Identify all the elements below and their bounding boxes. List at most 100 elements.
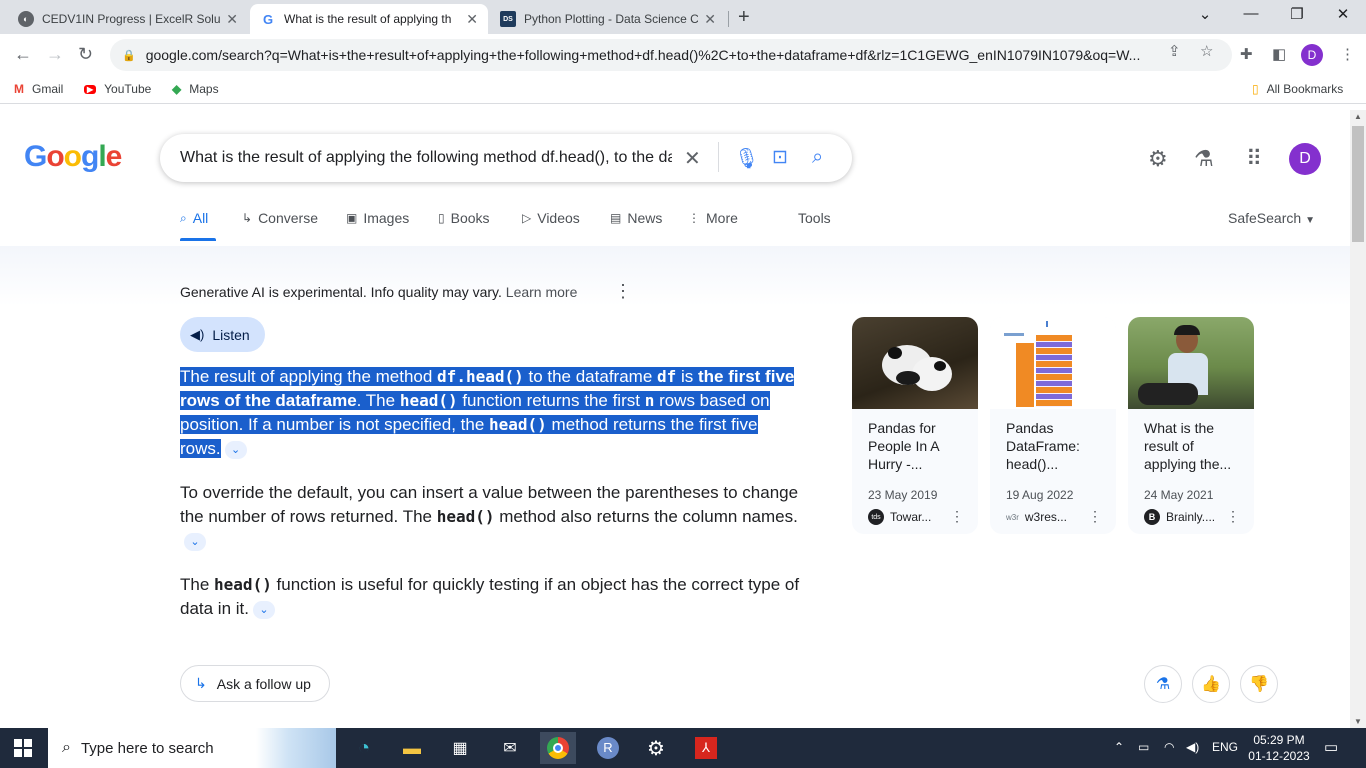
wifi-icon[interactable]: ◠ xyxy=(1164,740,1174,754)
close-tab-icon[interactable]: ✕ xyxy=(704,11,716,28)
browser-tab-google[interactable]: G What is the result of applying th ✕ xyxy=(250,4,488,34)
chrome-icon[interactable] xyxy=(540,732,576,764)
windows-start-icon[interactable] xyxy=(14,739,32,757)
back-icon[interactable]: ← xyxy=(14,44,32,65)
image-icon: ▣ xyxy=(346,211,358,225)
minimize-icon[interactable]: — xyxy=(1236,5,1266,22)
new-tab-icon[interactable]: + xyxy=(738,6,750,29)
more-vert-icon: ⋮ xyxy=(688,211,700,225)
more-options-icon[interactable]: ⋮ xyxy=(1088,508,1102,525)
learn-more-link[interactable]: Learn more xyxy=(506,284,578,300)
tab-books[interactable]: ▯ Books xyxy=(438,210,490,226)
tab-news[interactable]: ▤ News xyxy=(610,210,662,226)
thumbs-up-button[interactable]: 👍 xyxy=(1192,665,1230,703)
restore-icon[interactable]: ❐ xyxy=(1282,5,1312,23)
reload-icon[interactable]: ↻ xyxy=(78,44,93,65)
page-scrollbar[interactable]: ▲ ▼ xyxy=(1350,110,1366,728)
expand-source-chevron-icon[interactable]: ⌄ xyxy=(224,440,247,459)
address-bar[interactable]: 🔒 google.com/search?q=What+is+the+result… xyxy=(110,39,1232,71)
ask-follow-up-button[interactable]: ↳ Ask a follow up xyxy=(180,665,330,702)
settings-gear-icon[interactable]: ⚙ xyxy=(1148,146,1168,172)
maps-icon: ◆ xyxy=(172,82,182,96)
search-divider xyxy=(718,142,719,172)
tab-all[interactable]: ⌕ All xyxy=(180,210,208,226)
forward-icon[interactable]: → xyxy=(46,44,64,65)
tab-more[interactable]: ⋮ More xyxy=(688,210,738,226)
tools-button[interactable]: Tools xyxy=(798,210,831,226)
profile-avatar[interactable]: D xyxy=(1301,44,1323,66)
safesearch-menu[interactable]: SafeSearch ▼ xyxy=(1228,210,1315,226)
language-indicator[interactable]: ENG xyxy=(1212,740,1238,754)
taskbar-search[interactable]: ⌕ Type here to search xyxy=(48,728,336,768)
clear-search-icon[interactable]: ✕ xyxy=(684,146,701,171)
url-text[interactable]: google.com/search?q=What+is+the+result+o… xyxy=(146,47,1166,63)
show-hidden-icons-icon[interactable]: ⌃ xyxy=(1114,740,1124,754)
scroll-down-icon[interactable]: ▼ xyxy=(1354,717,1362,726)
more-options-icon[interactable]: ⋮ xyxy=(1226,508,1240,525)
all-bookmarks[interactable]: ▯ All Bookmarks xyxy=(1252,82,1343,96)
bookmark-maps[interactable]: ◆ Maps xyxy=(172,82,219,96)
settings-gear-icon[interactable]: ⚙ xyxy=(638,732,674,764)
acrobat-icon[interactable]: ⅄ xyxy=(688,732,724,764)
share-icon[interactable]: ⇪ xyxy=(1168,42,1181,60)
speaker-icon: ◀) xyxy=(190,326,205,342)
flask-icon: ⚗ xyxy=(1155,676,1171,693)
search-box[interactable]: What is the result of applying the follo… xyxy=(160,134,852,182)
store-icon[interactable]: ▦ xyxy=(442,732,478,764)
google-account-avatar[interactable]: D xyxy=(1289,143,1321,175)
tab-images[interactable]: ▣ Images xyxy=(346,210,409,226)
google-logo[interactable]: Google xyxy=(24,140,122,174)
source-card[interactable]: What is the result of applying the... 24… xyxy=(1128,317,1254,534)
browser-tab-excelr[interactable]: ◐ CEDV1IN Progress | ExcelR Solut ✕ xyxy=(8,4,248,34)
thumbs-up-icon: 👍 xyxy=(1201,676,1221,693)
r-icon[interactable]: R xyxy=(590,732,626,764)
close-window-icon[interactable]: ✕ xyxy=(1328,5,1358,23)
taskbar-clock[interactable]: 05:29 PM 01-12-2023 xyxy=(1248,732,1310,764)
panda-thumbnail xyxy=(852,317,978,409)
browser-tab-python-plotting[interactable]: DS Python Plotting - Data Science C ✕ xyxy=(490,4,726,34)
w3resource-logo-icon: w3r xyxy=(1006,512,1019,522)
listen-button[interactable]: ◀) Listen xyxy=(180,317,265,352)
tab-converse[interactable]: ↳ Converse xyxy=(242,210,318,226)
labs-flask-icon[interactable]: ⚗ xyxy=(1194,146,1214,172)
bookmark-star-icon[interactable]: ☆ xyxy=(1200,42,1213,60)
expand-source-chevron-icon[interactable]: ⌄ xyxy=(253,600,275,619)
expand-source-chevron-icon[interactable]: ⌄ xyxy=(184,532,206,551)
person-thumbnail xyxy=(1128,317,1254,409)
follow-up-arrow-icon: ↳ xyxy=(195,675,207,691)
scroll-up-icon[interactable]: ▲ xyxy=(1354,112,1362,121)
apps-grid-icon[interactable]: ⠿ xyxy=(1246,146,1262,172)
youtube-icon: ▶ xyxy=(84,84,97,94)
source-card[interactable]: Pandas DataFrame: head()... 19 Aug 2022 … xyxy=(990,317,1116,534)
bookmark-youtube[interactable]: ▶ YouTube xyxy=(84,82,151,96)
volume-icon[interactable]: ◀) xyxy=(1186,740,1199,754)
search-input[interactable]: What is the result of applying the follo… xyxy=(180,149,672,167)
ai-paragraph-3: The head() function is useful for quickl… xyxy=(180,575,800,619)
more-options-icon[interactable]: ⋮ xyxy=(950,508,964,525)
scrollbar-thumb[interactable] xyxy=(1352,126,1364,242)
battery-icon[interactable]: ▭ xyxy=(1138,740,1149,754)
tab-videos[interactable]: ▷ Videos xyxy=(522,210,580,226)
chrome-menu-icon[interactable]: ⋮ xyxy=(1340,45,1355,63)
file-explorer-icon[interactable]: ▬ xyxy=(394,732,430,764)
tab-search-chevron-icon[interactable]: ⌄ xyxy=(1190,5,1220,23)
search-icon[interactable]: ⌕ xyxy=(812,146,823,169)
source-site: tds Towar... xyxy=(868,509,931,525)
mail-icon[interactable]: ✉ xyxy=(492,732,528,764)
lens-search-icon[interactable]: ⊡ xyxy=(772,146,788,169)
brainly-logo-icon: B xyxy=(1144,509,1160,525)
close-tab-icon[interactable]: ✕ xyxy=(466,11,478,28)
source-card[interactable]: Pandas for People In A Hurry -... 23 May… xyxy=(852,317,978,534)
source-site: B Brainly.... xyxy=(1144,509,1215,525)
notifications-icon[interactable]: ▭ xyxy=(1324,738,1338,756)
more-options-icon[interactable]: ⋮ xyxy=(614,281,632,302)
thumbs-down-button[interactable]: 👎 xyxy=(1240,665,1278,703)
extensions-icon[interactable]: ✚ xyxy=(1240,45,1253,63)
side-panel-icon[interactable]: ◧ xyxy=(1272,45,1286,63)
close-tab-icon[interactable]: ✕ xyxy=(226,11,238,28)
edge-icon[interactable]: ◔ xyxy=(346,732,382,764)
labs-feedback-button[interactable]: ⚗ xyxy=(1144,665,1182,703)
bookmark-gmail[interactable]: M Gmail xyxy=(14,82,63,96)
lock-icon[interactable]: 🔒 xyxy=(122,49,136,62)
voice-search-icon[interactable]: 🎙 xyxy=(734,146,759,171)
